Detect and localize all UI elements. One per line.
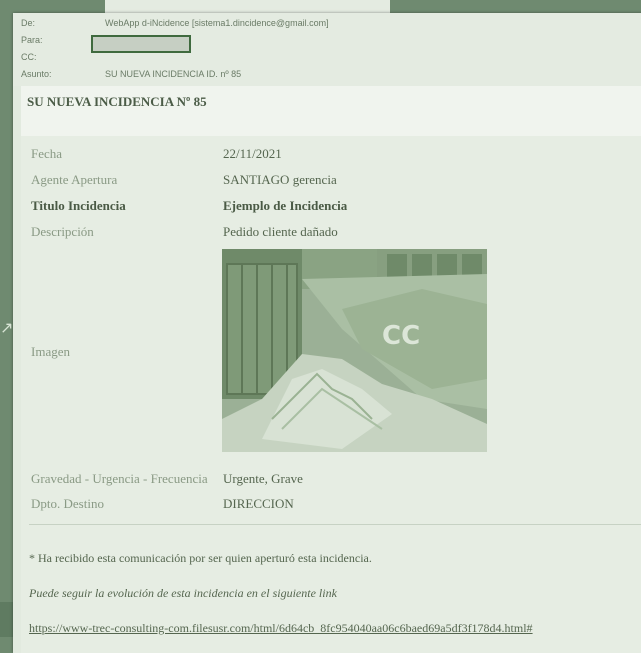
incident-details: Fecha 22/11/2021 Agente Apertura SANTIAG… [21,136,641,653]
dpto-value: DIRECCION [223,496,294,511]
subject-label: Asunto: [21,69,52,79]
follow-text: Puede seguir la evolución de esta incide… [29,586,337,600]
to-label: Para: [21,35,43,45]
agente-label: Agente Apertura [31,172,118,187]
email-window: De: WebApp d-iNcidence [sistema1.dincide… [13,13,641,653]
fecha-value: 22/11/2021 [223,146,282,161]
dpto-label: Dpto. Destino [31,496,104,511]
incident-photo[interactable]: CC [222,249,487,452]
titulo-value: Ejemplo de Incidencia [223,198,348,213]
separator [29,524,641,525]
notice-text: * Ha recibido esta comunicación por ser … [29,551,372,565]
descripcion-label: Descripción [31,224,94,239]
incident-link-row: https://www-trec-consulting-com.filesusr… [29,621,533,636]
fecha-label: Fecha [31,146,63,161]
title-band: SU NUEVA INCIDENCIA Nº 85 [21,86,641,137]
incident-title: SU NUEVA INCIDENCIA Nº 85 [27,94,207,109]
descripcion-value: Pedido cliente dañado [223,224,338,239]
svg-text:CC: CC [382,321,420,351]
cc-label: CC: [21,52,37,62]
from-value[interactable]: WebApp d-iNcidence [sistema1.dincidence@… [105,17,329,30]
redacted-recipient [91,35,191,53]
photo-illustration: CC [222,249,487,452]
subject-value: SU NUEVA INCIDENCIA ID. nº 85 [105,69,242,79]
titulo-label: Titulo Incidencia [31,198,126,213]
gravedad-value: Urgente, Grave [223,471,303,486]
incident-link[interactable]: https://www-trec-consulting-com.filesusr… [29,621,533,635]
agente-value: SANTIAGO gerencia [223,172,337,187]
email-header: De: WebApp d-iNcidence [sistema1.dincide… [13,13,641,86]
imagen-label: Imagen [31,344,70,359]
from-label: De: [21,18,36,28]
gravedad-label: Gravedad - Urgencia - Frecuencia [31,471,208,486]
